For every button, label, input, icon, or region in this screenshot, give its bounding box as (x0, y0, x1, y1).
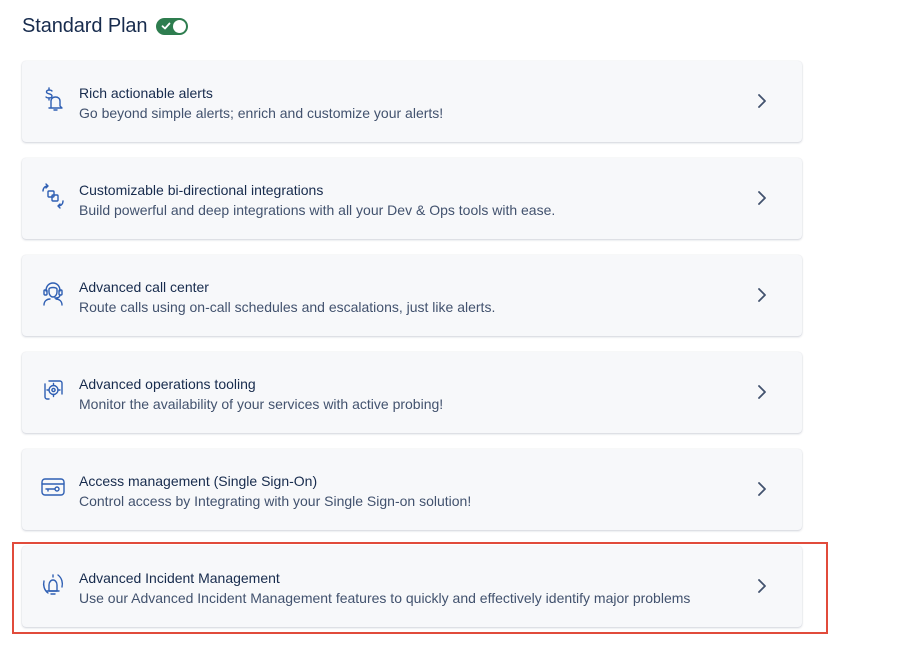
feature-text: Advanced call center Route calls using o… (79, 278, 742, 316)
feature-title: Rich actionable alerts (79, 85, 213, 101)
headset-agent-icon (43, 282, 63, 306)
feature-description: Build powerful and deep integrations wit… (79, 202, 556, 218)
chevron-right-icon (758, 94, 766, 108)
feature-title: Advanced call center (79, 279, 209, 295)
toggle-knob (173, 19, 187, 33)
feature-card-advanced-operations-tooling[interactable]: Advanced operations tooling Monitor the … (22, 352, 802, 433)
chevron-right-icon (758, 191, 766, 205)
feature-title: Customizable bi-directional integrations (79, 182, 324, 198)
feature-title: Advanced operations tooling (79, 376, 256, 392)
feature-card-rich-actionable-alerts[interactable]: Rich actionable alerts Go beyond simple … (22, 61, 802, 142)
feature-title: Advanced Incident Management (79, 570, 280, 586)
chevron-right-icon (758, 385, 766, 399)
integration-arrows-icon (42, 183, 64, 209)
plan-toggle[interactable] (156, 17, 189, 35)
feature-description: Control access by Integrating with your … (79, 493, 472, 509)
feature-description: Go beyond simple alerts; enrich and cust… (79, 105, 444, 121)
feature-description: Route calls using on-call schedules and … (79, 299, 496, 315)
feature-text: Access management (Single Sign-On) Contr… (79, 472, 742, 510)
feature-description: Use our Advanced Incident Management fea… (79, 590, 691, 606)
page-title: Standard Plan (22, 14, 148, 37)
feature-card-advanced-call-center[interactable]: Advanced call center Route calls using o… (22, 255, 802, 336)
feature-card-advanced-incident-management[interactable]: Advanced Incident Management Use our Adv… (22, 546, 802, 627)
chevron-right-icon (758, 482, 766, 496)
gear-monitor-icon (44, 380, 63, 400)
dollar-bell-icon (45, 87, 63, 111)
feature-card-access-management[interactable]: Access management (Single Sign-On) Contr… (22, 449, 802, 530)
feature-card-bidirectional-integrations[interactable]: Customizable bi-directional integrations… (22, 158, 802, 239)
plan-header: Standard Plan (22, 13, 189, 39)
feature-text: Rich actionable alerts Go beyond simple … (79, 84, 742, 122)
check-icon (162, 22, 171, 29)
feature-text: Advanced operations tooling Monitor the … (79, 375, 742, 413)
chevron-right-icon (758, 288, 766, 302)
feature-text: Advanced Incident Management Use our Adv… (79, 569, 742, 607)
feature-text: Customizable bi-directional integrations… (79, 181, 742, 219)
feature-description: Monitor the availability of your service… (79, 396, 444, 412)
incident-alarm-icon (42, 574, 64, 595)
chevron-right-icon (758, 579, 766, 593)
key-card-icon (41, 478, 65, 496)
feature-title: Access management (Single Sign-On) (79, 473, 318, 489)
